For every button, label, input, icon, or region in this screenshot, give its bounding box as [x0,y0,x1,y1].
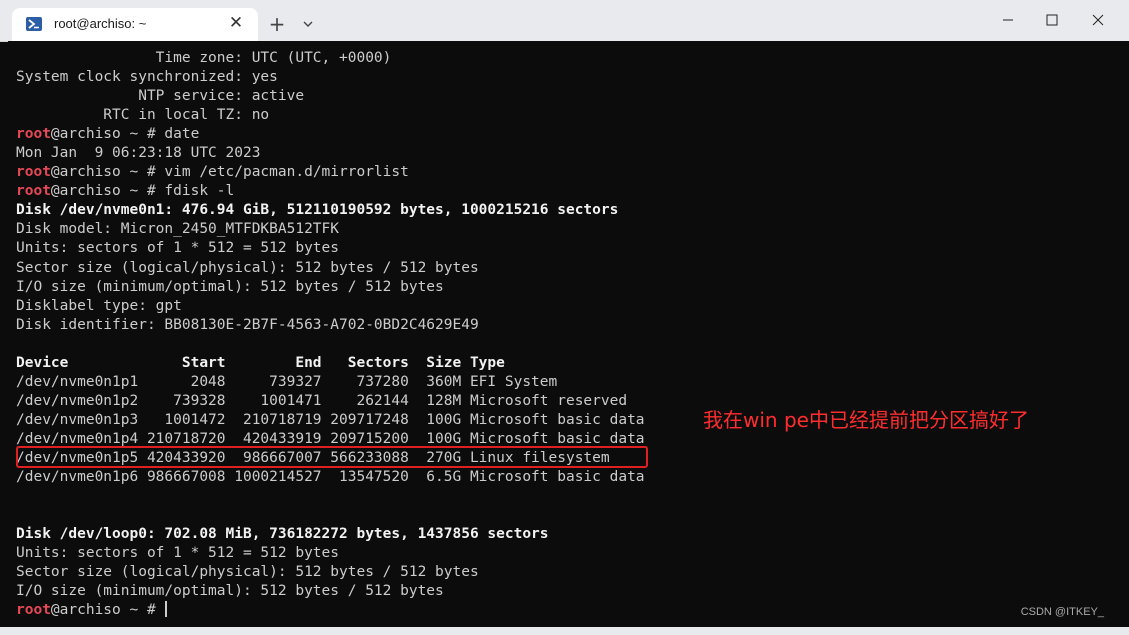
powershell-icon [26,17,42,31]
terminal-line: I/O size (minimum/optimal): 512 bytes / … [16,278,645,297]
terminal-text: System clock synchronized: yes [16,69,278,86]
terminal-text: NTP service: active [16,88,305,105]
minimize-icon[interactable] [995,8,1021,32]
chevron-down-icon[interactable] [297,13,319,35]
terminal-text: RTC in local TZ: no [16,107,270,124]
terminal-text: /dev/nvme0n1p6 986667008 1000214527 1354… [16,469,645,486]
prompt-command: @archiso ~ # fdisk -l [50,183,235,200]
terminal-line: Time zone: UTC (UTC, +0000) [16,49,645,68]
terminal-text: /dev/nvme0n1p3 1001472 210718719 2097172… [16,411,645,428]
terminal-text: /dev/nvme0n1p1 2048 739327 737280 360M E… [16,373,558,390]
terminal-line: Sector size (logical/physical): 512 byte… [16,563,645,582]
terminal-line: Disk /dev/loop0: 702.08 MiB, 736182272 b… [16,525,645,544]
terminal-line: root@archiso ~ # [16,601,645,620]
terminal-line: Disk identifier: BB08130E-2B7F-4563-A702… [16,316,645,335]
terminal-line: /dev/nvme0n1p6 986667008 1000214527 1354… [16,468,645,487]
terminal-line: /dev/nvme0n1p1 2048 739327 737280 360M E… [16,373,645,392]
annotation-text: 我在win pe中已经提前把分区搞好了 [703,408,1029,432]
terminal-line: /dev/nvme0n1p3 1001472 210718719 2097172… [16,411,645,430]
terminal-output[interactable]: Time zone: UTC (UTC, +0000) System clock … [8,41,1120,627]
terminal-heading-text: Disk /dev/loop0: 702.08 MiB, 736182272 b… [16,526,549,543]
maximize-icon[interactable] [1039,8,1065,32]
terminal-window: root@archiso: ~ ✕ + Time zone: UTC (UTC,… [0,0,1129,635]
window-bottom-edge [0,627,1129,635]
terminal-text: I/O size (minimum/optimal): 512 bytes / … [16,583,444,600]
terminal-text: Time zone: UTC (UTC, +0000) [16,50,392,66]
prompt-command: @archiso ~ # [50,602,165,619]
terminal-line: root@archiso ~ # vim /etc/pacman.d/mirro… [16,163,645,182]
terminal-text: Disk model: Micron_2450_MTFDKBA512TFK [16,221,340,238]
terminal-line: I/O size (minimum/optimal): 512 bytes / … [16,582,645,601]
scrollbar[interactable] [1120,41,1129,627]
close-icon[interactable]: ✕ [226,13,246,33]
terminal-line: Sector size (logical/physical): 512 byte… [16,259,645,278]
terminal-line: root@archiso ~ # fdisk -l [16,182,645,201]
terminal-text: Disk identifier: BB08130E-2B7F-4563-A702… [16,316,479,333]
terminal-tab[interactable]: root@archiso: ~ ✕ [12,8,258,41]
terminal-line: root@archiso ~ # date [16,125,645,144]
terminal-line: NTP service: active [16,87,645,106]
add-icon[interactable]: + [266,13,288,35]
terminal-text: Sector size (logical/physical): 512 byte… [16,564,479,581]
terminal-text: /dev/nvme0n1p2 739328 1001471 262144 128… [16,392,628,409]
prompt-user: root [16,183,51,200]
terminal-text: Units: sectors of 1 * 512 = 512 bytes [16,545,340,562]
prompt-user: root [16,126,51,143]
close-window-icon[interactable] [1085,8,1111,32]
terminal-line: RTC in local TZ: no [16,106,645,125]
terminal-line: Device Start End Sectors Size Type [16,354,645,373]
terminal-line: Disk /dev/nvme0n1: 476.94 GiB, 512110190… [16,201,645,220]
terminal-heading-text: Device Start End Sectors Size Type [16,354,505,371]
terminal-text: Units: sectors of 1 * 512 = 512 bytes [16,240,340,257]
terminal-line: Units: sectors of 1 * 512 = 512 bytes [16,239,645,258]
watermark: CSDN @ITKEY_ [1020,606,1104,618]
title-bar: root@archiso: ~ ✕ + [0,0,1129,42]
terminal-text: Mon Jan 9 06:23:18 UTC 2023 [16,145,261,162]
tab-title: root@archiso: ~ [54,16,147,31]
terminal-text: /dev/nvme0n1p4 210718720 420433919 20971… [16,430,645,447]
terminal-line: Disk model: Micron_2450_MTFDKBA512TFK [16,220,645,239]
terminal-line: Disklabel type: gpt [16,297,645,316]
highlight-box [16,446,648,468]
terminal-lines: Time zone: UTC (UTC, +0000) System clock … [16,49,645,620]
terminal-line: System clock synchronized: yes [16,68,645,87]
terminal-text: Disklabel type: gpt [16,297,182,314]
prompt-user: root [16,602,51,619]
terminal-line: /dev/nvme0n1p2 739328 1001471 262144 128… [16,392,645,411]
terminal-text: Sector size (logical/physical): 512 byte… [16,259,479,276]
prompt-command: @archiso ~ # vim /etc/pacman.d/mirrorlis… [50,164,409,181]
terminal-line: Units: sectors of 1 * 512 = 512 bytes [16,544,645,563]
prompt-command: @archiso ~ # date [50,126,200,143]
terminal-line: Mon Jan 9 06:23:18 UTC 2023 [16,144,645,163]
prompt-user: root [16,164,51,181]
terminal-heading-text: Disk /dev/nvme0n1: 476.94 GiB, 512110190… [16,202,619,219]
text-cursor [165,601,168,618]
terminal-text: I/O size (minimum/optimal): 512 bytes / … [16,278,444,295]
